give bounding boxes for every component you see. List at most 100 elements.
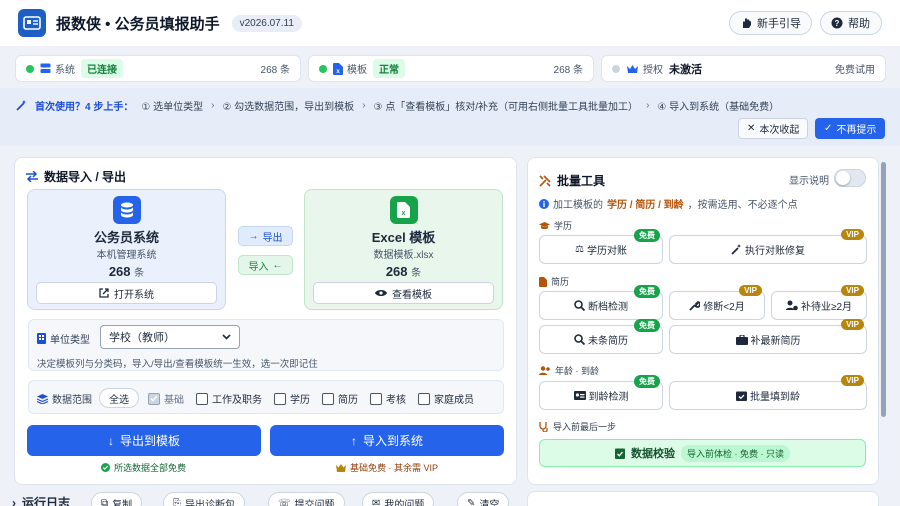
view-template-button[interactable]: 查看模板 <box>313 282 494 304</box>
eye-icon <box>375 289 387 297</box>
section-resume: 简历 <box>539 275 569 288</box>
help-button[interactable]: ? 帮助 <box>820 11 882 35</box>
import-note: 基础免费 · 其余需 VIP <box>336 461 438 474</box>
document-icon <box>539 276 547 287</box>
user-clock-icon <box>785 300 798 311</box>
collapse-button[interactable]: ✕ 本次收起 <box>738 118 809 139</box>
chevron-right-icon: › <box>646 100 650 111</box>
chevron-right-icon: › <box>12 495 16 506</box>
check-circle-icon <box>101 463 110 472</box>
magic-wand-icon <box>731 244 742 255</box>
onboarding-step-3: ③ 点「查看模板」核对/补充（可用右侧批量工具批量加工） <box>373 102 639 113</box>
vip-badge: VIP <box>841 285 864 296</box>
option-work[interactable]: 工作及职务 <box>196 391 262 406</box>
export-note: 所选数据全部免费 <box>101 461 186 474</box>
option-basic: 基础 <box>148 391 184 406</box>
import-to-system-button[interactable]: ↑ 导入到系统 <box>270 425 504 456</box>
submit-issue-button[interactable]: ☏ 提交问题 <box>268 492 345 506</box>
import-small-button[interactable]: 导入 ← <box>238 255 293 275</box>
unit-type-label: 单位类型 <box>37 331 90 346</box>
layers-icon <box>37 393 48 404</box>
crown-icon <box>336 463 346 472</box>
open-system-button[interactable]: 打开系统 <box>36 282 217 304</box>
calendar-check-icon <box>736 390 747 401</box>
copy-icon: ⧉ <box>101 497 109 506</box>
export-diagnostic-button[interactable]: ⎘ 导出诊断包 <box>163 492 245 506</box>
excel-card-title: Excel 模板 <box>371 230 436 245</box>
import-export-title-text: 数据导入 / 导出 <box>44 170 127 184</box>
id-card-icon <box>573 391 586 400</box>
free-badge: 免费 <box>634 319 660 332</box>
option-education[interactable]: 学历 <box>274 391 310 406</box>
free-badge: 免费 <box>634 285 660 298</box>
wrench-icon <box>689 300 701 311</box>
vip-badge: VIP <box>841 229 864 240</box>
log-title[interactable]: › 运行日志 <box>12 494 70 506</box>
search-icon <box>574 300 585 311</box>
chevron-down-icon <box>222 334 231 340</box>
headset-icon: ☏ <box>278 497 291 506</box>
edu-fix-button[interactable]: 执行对账修复 VIP <box>669 229 867 264</box>
resume-wait-button[interactable]: 补待业≥2月 VIP <box>771 285 867 320</box>
export-small-button[interactable]: → 导出 <box>238 226 293 246</box>
resume-fix-button[interactable]: 修断<2月 VIP <box>669 285 765 320</box>
section-age: 年龄 · 到龄 <box>539 364 599 377</box>
excel-file-icon: x <box>333 62 343 75</box>
section-education: 学历 <box>539 219 572 232</box>
system-label: 系统 <box>55 65 75 76</box>
resume-latest-button[interactable]: 补最新简历 VIP <box>669 319 867 354</box>
onboarding-title: 首次使用？4 步上手： <box>35 102 134 113</box>
toggle-label: 显示说明 <box>789 176 829 187</box>
help-label: 帮助 <box>848 18 870 30</box>
briefcase-icon <box>735 334 748 345</box>
scale-icon: ⚖ <box>575 244 584 255</box>
server-icon <box>40 63 51 74</box>
resume-end-button[interactable]: 未条简历 免费 <box>539 319 663 354</box>
secondary-panel <box>527 491 879 506</box>
edu-check-button[interactable]: ⚖ 学历对账 免费 <box>539 229 663 264</box>
option-family[interactable]: 家庭成员 <box>418 391 474 406</box>
svg-text:?: ? <box>835 19 840 28</box>
stethoscope-icon <box>539 421 549 432</box>
wand-icon <box>16 100 27 111</box>
export-to-template-button[interactable]: ↓ 导出到模板 <box>27 425 261 456</box>
dismiss-button[interactable]: ✓ 不再提示 <box>815 118 886 139</box>
license-label: 授权 <box>643 65 663 76</box>
chevron-right-icon: › <box>362 100 366 111</box>
my-issues-button[interactable]: ✉ 我的问题 <box>362 492 435 506</box>
arrow-down-icon: ↓ <box>107 433 114 448</box>
arrow-right-icon: → <box>248 230 259 242</box>
resume-gap-button[interactable]: 断档检测 免费 <box>539 285 663 320</box>
option-resume[interactable]: 简历 <box>322 391 358 406</box>
data-range-options: 基础 工作及职务 学历 简历 考核 家庭成员 <box>148 391 474 406</box>
clipboard-check-icon <box>615 447 625 459</box>
show-description-toggle[interactable] <box>834 169 866 187</box>
unit-type-select[interactable]: 学校（教师） <box>100 325 240 349</box>
file-export-icon: ⎘ <box>173 497 181 506</box>
vip-badge: VIP <box>739 285 762 296</box>
data-verify-button[interactable]: 数据校验 导入前体检 · 免费 · 只读 <box>539 439 866 467</box>
batch-tools-scrollbar[interactable] <box>881 162 886 417</box>
question-icon: ? <box>831 17 843 29</box>
batch-tools-title: 批量工具 <box>539 172 605 189</box>
option-assessment[interactable]: 考核 <box>370 391 406 406</box>
excel-icon: x <box>389 196 418 224</box>
age-fill-button[interactable]: 批量填到龄 VIP <box>669 375 867 410</box>
search-icon <box>574 334 585 345</box>
clear-log-button[interactable]: ✎ 清空 <box>457 492 510 506</box>
unit-type-hint: 决定模板列与分类码，导入/导出/查看模板统一生效，选一次即记住 <box>37 359 318 370</box>
copy-log-button[interactable]: ⧉ 复制 <box>91 492 143 506</box>
license-status: 授权 未激活 免费试用 <box>601 55 886 82</box>
vip-badge: VIP <box>841 375 864 386</box>
select-all-button[interactable]: 全选 <box>99 388 139 408</box>
graduation-cap-icon <box>539 221 550 230</box>
vip-badge: VIP <box>841 319 864 330</box>
dismiss-label: 不再提示 <box>836 125 877 136</box>
template-state-badge: 正常 <box>373 59 405 78</box>
guide-button[interactable]: 新手引导 <box>729 11 812 35</box>
hand-icon <box>740 17 752 29</box>
age-check-button[interactable]: 到龄检测 免费 <box>539 375 663 410</box>
swap-icon <box>26 171 38 182</box>
onboarding-step-2: ② 勾选数据范围，导出到模板 <box>222 102 355 113</box>
template-status: x 模板 正常 268 条 <box>308 55 594 82</box>
